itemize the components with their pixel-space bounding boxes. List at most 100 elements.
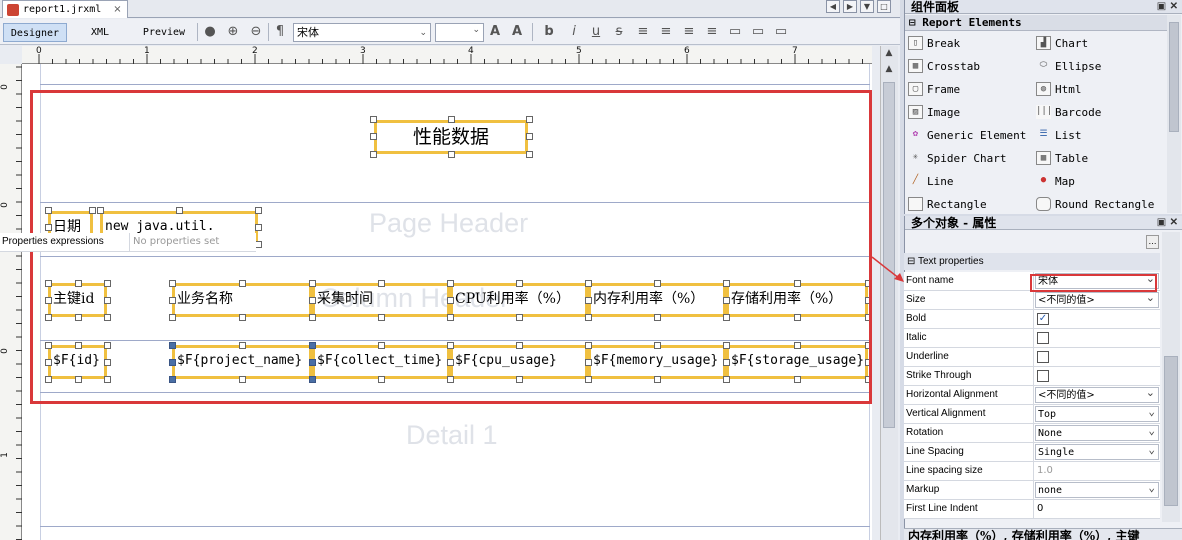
line-spacing-combo[interactable]: Single: [1035, 444, 1159, 460]
scrollbar-thumb[interactable]: [1164, 356, 1178, 506]
palette-item-label: Crosstab: [927, 59, 980, 73]
palette-item-label: Chart: [1055, 36, 1089, 50]
bold-checkbox[interactable]: ✓: [1037, 313, 1049, 325]
property-name: Line Spacing: [906, 443, 1034, 461]
palette-item-map[interactable]: ● Map: [1036, 171, 1075, 191]
align-middle-icon[interactable]: ▭: [750, 24, 766, 40]
designer-mode-button[interactable]: Designer: [3, 23, 67, 42]
tab-list-icon[interactable]: ▼: [860, 0, 874, 13]
barcode-icon: |||: [1036, 105, 1052, 119]
increase-font-icon[interactable]: A: [487, 24, 503, 40]
palette-item-chart[interactable]: ▟ Chart: [1036, 33, 1088, 53]
more-button[interactable]: …: [1146, 235, 1159, 249]
maximize-icon[interactable]: □: [877, 0, 891, 13]
zoom-in-icon[interactable]: ⊕: [225, 24, 241, 40]
section-title: Text properties: [918, 256, 984, 267]
font-name-select[interactable]: 宋体 ⌄: [293, 23, 431, 42]
text-properties-section[interactable]: ⊟ Text properties: [904, 253, 1160, 270]
editor-toolbar: Designer XML Preview ● ⊕ ⊖ ¶ 宋体 ⌄ ⌄ A A …: [0, 19, 900, 45]
scroll-right-icon[interactable]: ▶: [843, 0, 857, 13]
ruler-label: 2: [252, 46, 258, 56]
palette-item-label: Map: [1055, 174, 1075, 188]
zoom-out-icon[interactable]: ⊖: [248, 24, 264, 40]
palette-title-text: 组件面板: [911, 0, 960, 14]
report-tab[interactable]: report1.jrxml ×: [2, 0, 128, 18]
panel-controls-icon[interactable]: ▣ ✕: [1157, 216, 1178, 230]
horizontal-alignment-combo[interactable]: <不同的值>: [1035, 387, 1159, 403]
font-size-select[interactable]: ⌄: [435, 23, 484, 42]
chevron-down-icon: ⌄: [472, 25, 480, 35]
property-row-bold: Bold ✓: [904, 310, 1160, 329]
property-row-rotation: Rotation None: [904, 424, 1160, 443]
align-center-icon[interactable]: ≡: [658, 24, 674, 40]
property-value: No properties set: [133, 236, 220, 247]
frame-icon: ▢: [908, 82, 923, 96]
first-line-indent-value[interactable]: 0: [1035, 501, 1159, 517]
scroll-left-icon[interactable]: ◀: [826, 0, 840, 13]
scrollbar-thumb[interactable]: [1169, 22, 1179, 132]
ruler-label: 0: [0, 202, 10, 208]
rotation-combo[interactable]: None: [1035, 425, 1159, 441]
strikethrough-icon[interactable]: s: [611, 24, 627, 40]
palette-item-html[interactable]: ◍ Html: [1036, 79, 1082, 99]
line-icon: ╱: [912, 175, 919, 185]
chart-icon: ▟: [1036, 36, 1051, 50]
scroll-up-icon[interactable]: ▲: [883, 48, 895, 60]
bold-icon[interactable]: b: [541, 24, 557, 40]
zoom-icon[interactable]: ●: [202, 24, 218, 40]
close-tab-icon[interactable]: ×: [113, 4, 121, 15]
palette-category[interactable]: ⊟ Report Elements: [905, 15, 1167, 31]
palette-item-list[interactable]: ☰ List: [1036, 125, 1081, 145]
property-row-horizontal-alignment: Horizontal Alignment <不同的值>: [904, 386, 1160, 405]
palette-item-label: Spider Chart: [927, 151, 1007, 165]
italic-checkbox[interactable]: [1037, 332, 1049, 344]
palette-item-line[interactable]: ╱ Line: [908, 171, 954, 191]
palette-item-break[interactable]: ▯ Break: [908, 33, 960, 53]
palette-item-rectangle[interactable]: Rectangle: [908, 194, 987, 214]
ruler-label: 0: [36, 46, 42, 56]
palette-item-barcode[interactable]: ||| Barcode: [1036, 102, 1101, 122]
text-properties-icon[interactable]: ¶: [272, 24, 288, 40]
selection-summary: 内存利用率（%）, 存储利用率（%）, 主键: [904, 528, 1182, 540]
property-name: Font name: [906, 272, 1034, 290]
ruler-label: 7: [792, 46, 798, 56]
palette-item-label: Rectangle: [927, 197, 987, 211]
decrease-font-icon[interactable]: A: [509, 24, 525, 40]
palette-item-spider-chart[interactable]: ✳ Spider Chart: [908, 148, 1007, 168]
palette-item-table[interactable]: ▦ Table: [1036, 148, 1088, 168]
palette-item-frame[interactable]: ▢ Frame: [908, 79, 960, 99]
palette-item-ellipse[interactable]: ⬭ Ellipse: [1036, 56, 1102, 76]
underline-checkbox[interactable]: [1037, 351, 1049, 363]
align-top-icon[interactable]: ▭: [727, 24, 743, 40]
property-row-markup: Markup none: [904, 481, 1160, 500]
line-spacing-size-value[interactable]: 1.0: [1035, 463, 1159, 479]
xml-mode-button[interactable]: XML: [80, 23, 120, 42]
markup-combo[interactable]: none: [1035, 482, 1159, 498]
spider-chart-icon: ✳: [912, 152, 919, 162]
align-right-icon[interactable]: ≡: [681, 24, 697, 40]
tab-navigation: ◀ ▶ ▼ □: [826, 0, 891, 14]
property-name: Rotation: [906, 424, 1034, 442]
italic-icon[interactable]: i: [566, 24, 582, 40]
align-justify-icon[interactable]: ≡: [704, 24, 720, 40]
property-name: Markup: [906, 481, 1034, 499]
scroll-up-icon[interactable]: ▲: [883, 64, 895, 76]
vertical-alignment-combo[interactable]: Top: [1035, 406, 1159, 422]
align-left-icon[interactable]: ≡: [635, 24, 651, 40]
palette-item-generic-element[interactable]: ✿ Generic Element: [908, 125, 1027, 145]
palette-item-image[interactable]: ▨ Image: [908, 102, 960, 122]
underline-icon[interactable]: u: [588, 24, 604, 40]
toolbar-separator: [197, 23, 198, 41]
palette-item-crosstab[interactable]: ▦ Crosstab: [908, 56, 980, 76]
align-bottom-icon[interactable]: ▭: [773, 24, 789, 40]
preview-mode-button[interactable]: Preview: [138, 23, 190, 42]
size-combo[interactable]: <不同的值>: [1035, 292, 1159, 308]
document-tab-bar: [0, 0, 900, 18]
property-row-line-spacing: Line Spacing Single: [904, 443, 1160, 462]
palette-item-round-rectangle[interactable]: Round Rectangle: [1036, 194, 1154, 214]
ruler-label: 1: [144, 46, 150, 56]
panel-controls-icon[interactable]: ▣ ✕: [1157, 0, 1178, 14]
strike-through-checkbox[interactable]: [1037, 370, 1049, 382]
ruler-label: 6: [684, 46, 690, 56]
ruler-corner: [0, 46, 22, 64]
